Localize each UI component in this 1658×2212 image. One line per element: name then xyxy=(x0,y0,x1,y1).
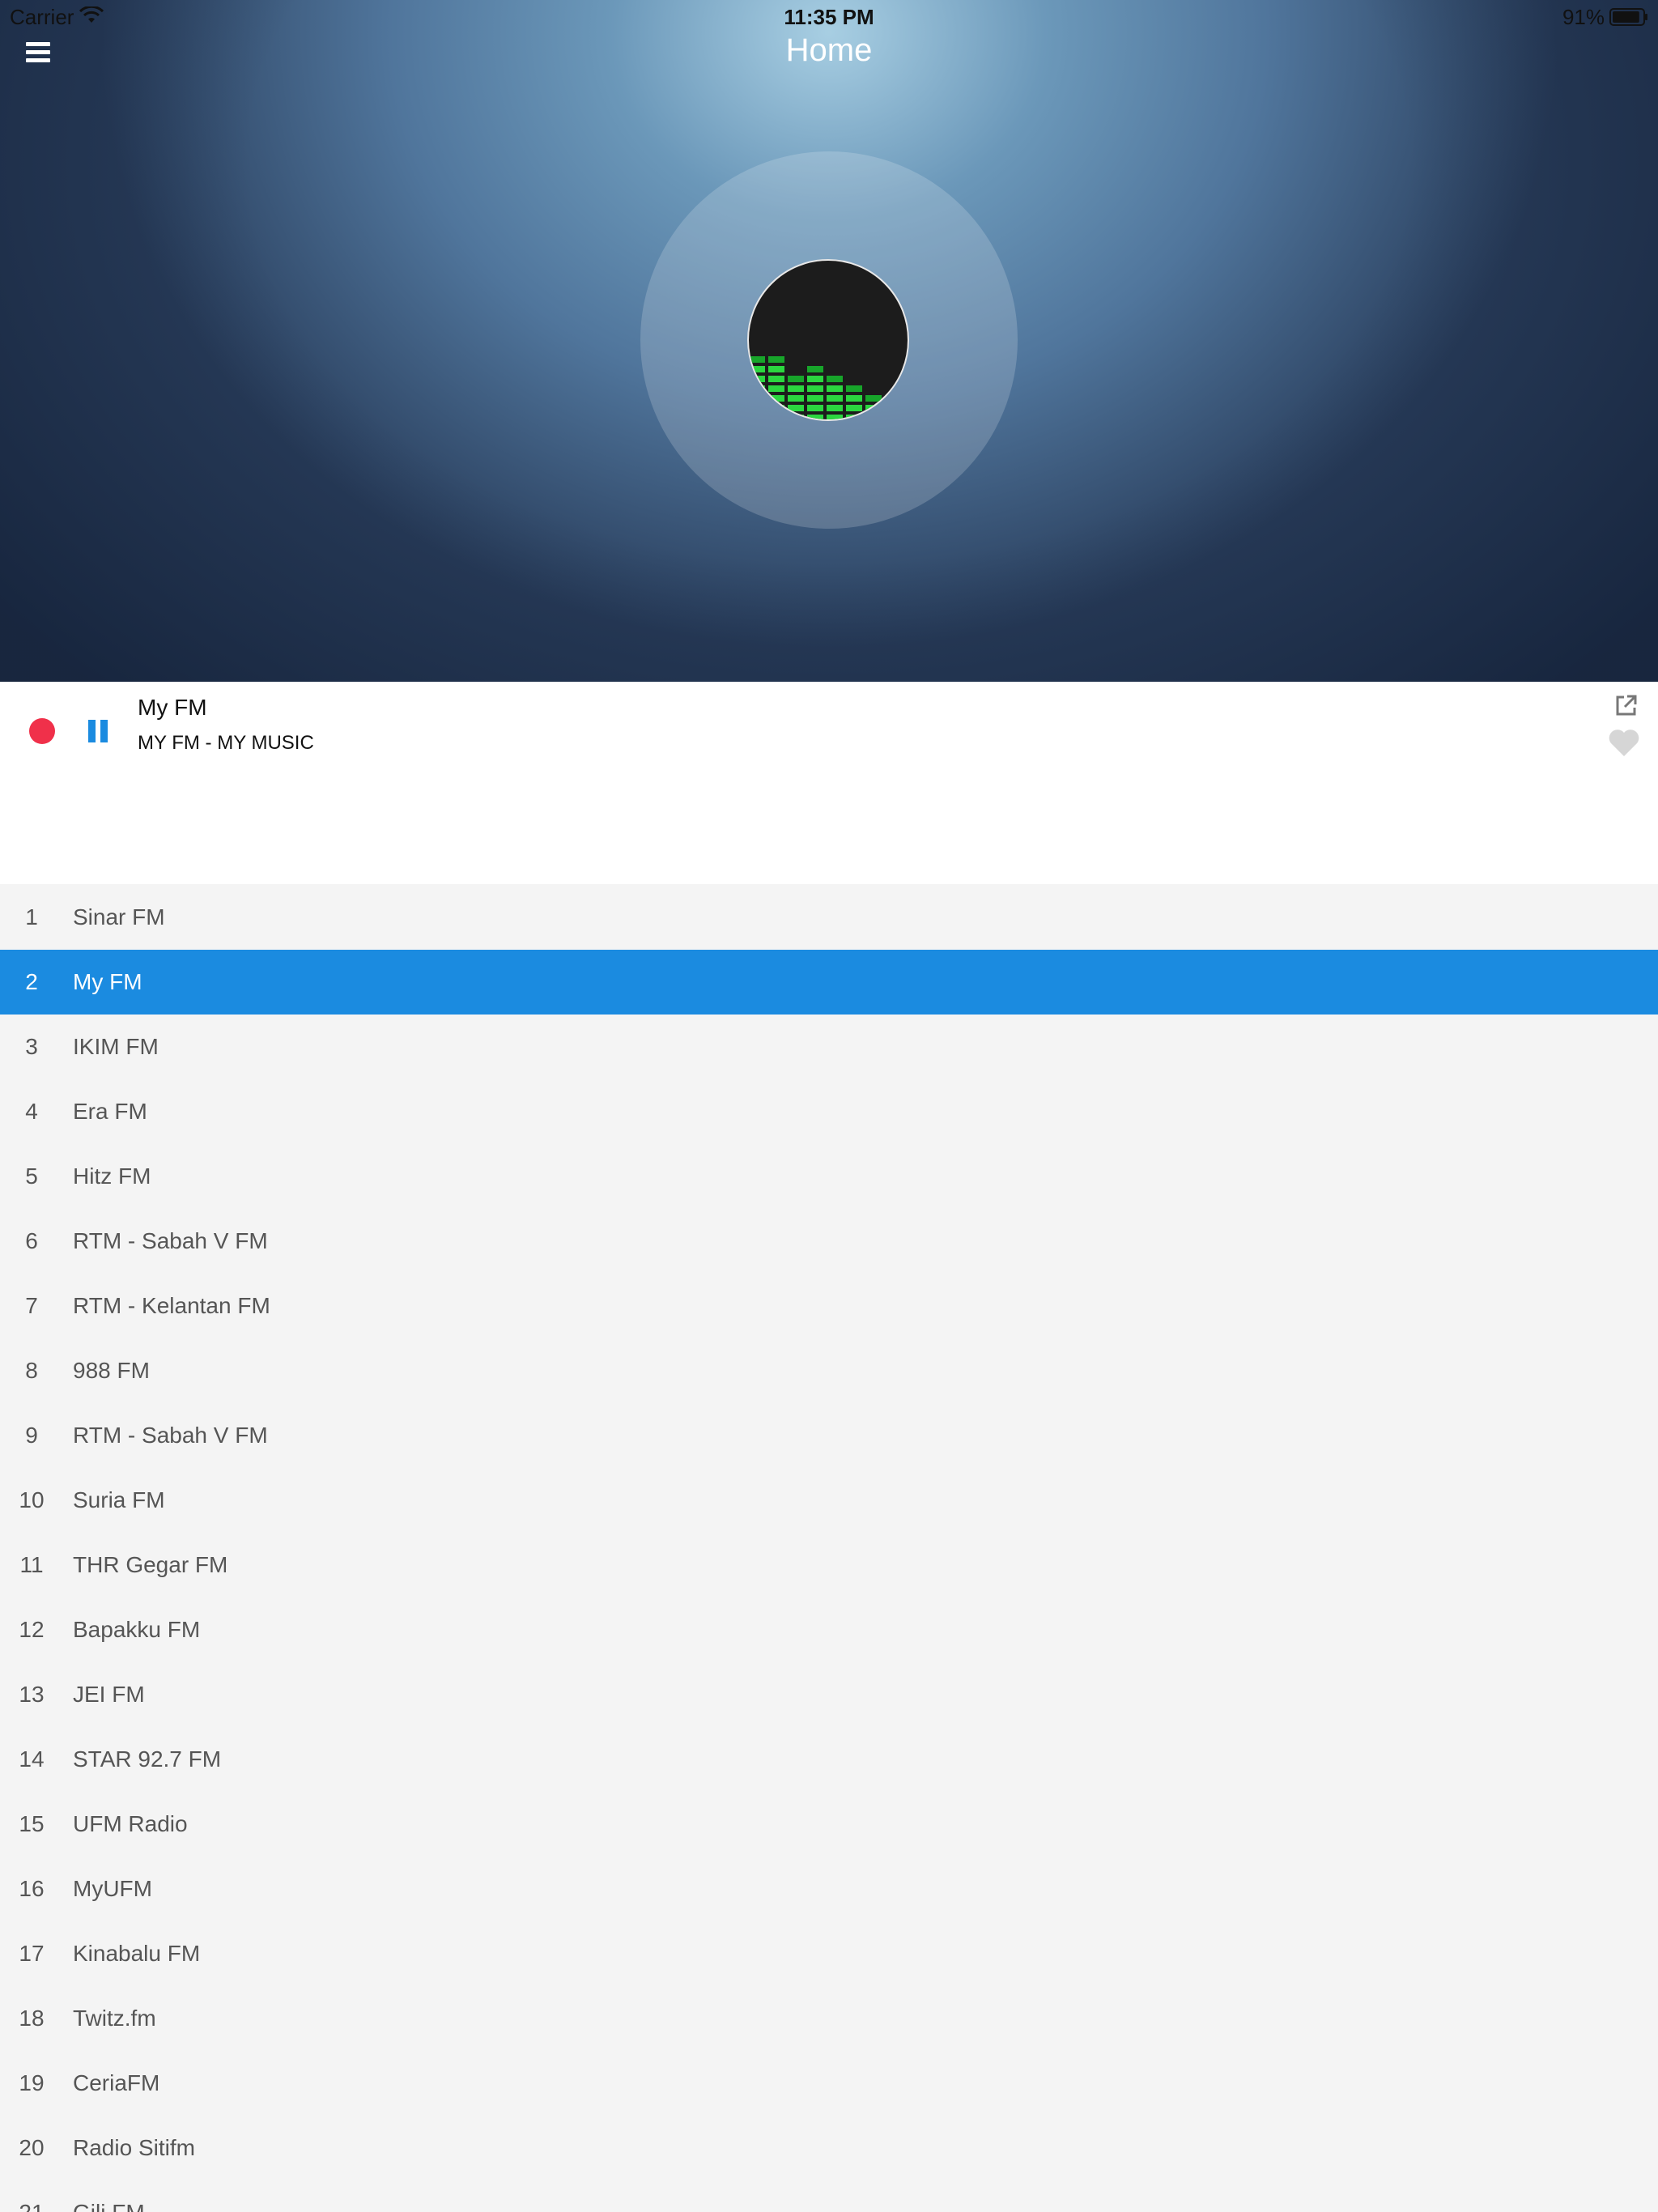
heart-icon[interactable] xyxy=(1608,727,1640,758)
station-number: 20 xyxy=(19,2135,45,2160)
clock: 11:35 PM xyxy=(784,5,874,29)
now-playing-title: My FM xyxy=(138,695,207,720)
station-row[interactable]: 3 IKIM FM xyxy=(0,1015,1658,1079)
station-number: 13 xyxy=(19,1682,45,1707)
station-row[interactable]: 19 CeriaFM xyxy=(0,2051,1658,2116)
station-row[interactable]: 1 Sinar FM xyxy=(0,885,1658,950)
now-playing-bar: My FM MY FM - MY MUSIC xyxy=(0,682,1658,884)
station-row[interactable]: 8 988 FM xyxy=(0,1338,1658,1403)
status-bar: Carrier 11:35 PM 91% xyxy=(0,0,1658,32)
station-number: 15 xyxy=(19,1811,45,1836)
station-name: THR Gegar FM xyxy=(73,1552,228,1577)
station-row[interactable]: 21 Gili FM xyxy=(0,2180,1658,2212)
pause-icon xyxy=(88,720,96,742)
station-name: RTM - Kelantan FM xyxy=(73,1293,270,1318)
station-name: Suria FM xyxy=(73,1487,165,1512)
station-number: 3 xyxy=(25,1034,38,1059)
station-row[interactable]: 9 RTM - Sabah V FM xyxy=(0,1403,1658,1468)
station-number: 14 xyxy=(19,1746,45,1772)
station-number: 8 xyxy=(25,1358,38,1383)
station-row[interactable]: 13 JEI FM xyxy=(0,1662,1658,1727)
station-row[interactable]: 14 STAR 92.7 FM xyxy=(0,1727,1658,1792)
hero-header: Carrier 11:35 PM 91% Home xyxy=(0,0,1658,682)
station-number: 6 xyxy=(25,1228,38,1253)
station-number: 9 xyxy=(25,1423,38,1448)
app-root: Carrier 11:35 PM 91% Home My FM MY FM - … xyxy=(0,0,1658,2212)
station-name: MyUFM xyxy=(73,1876,152,1901)
station-number: 7 xyxy=(25,1293,38,1318)
station-row[interactable]: 11 THR Gegar FM xyxy=(0,1533,1658,1597)
station-name: Era FM xyxy=(73,1099,147,1124)
station-name: STAR 92.7 FM xyxy=(73,1746,222,1772)
station-row[interactable]: 6 RTM - Sabah V FM xyxy=(0,1209,1658,1274)
station-name: CeriaFM xyxy=(73,2070,160,2095)
pause-button[interactable] xyxy=(86,718,110,744)
station-number: 10 xyxy=(19,1487,45,1512)
station-number: 11 xyxy=(19,1552,44,1577)
station-row[interactable]: 16 MyUFM xyxy=(0,1857,1658,1921)
station-number: 18 xyxy=(19,2006,45,2031)
station-name: Bapakku FM xyxy=(73,1617,201,1642)
station-row[interactable]: 2 My FM xyxy=(0,950,1658,1015)
station-row[interactable]: 10 Suria FM xyxy=(0,1468,1658,1533)
station-row[interactable]: 12 Bapakku FM xyxy=(0,1597,1658,1662)
station-name: RTM - Sabah V FM xyxy=(73,1423,268,1448)
page-title: Home xyxy=(785,32,873,68)
station-artwork xyxy=(747,259,909,421)
station-row[interactable]: 4 Era FM xyxy=(0,1079,1658,1144)
station-number: 16 xyxy=(19,1876,45,1901)
station-name: 988 FM xyxy=(73,1358,150,1383)
station-number: 19 xyxy=(19,2070,45,2095)
station-name: RTM - Sabah V FM xyxy=(73,1228,268,1253)
pause-icon-bar xyxy=(100,720,108,742)
station-number: 17 xyxy=(19,1941,45,1966)
station-name: Sinar FM xyxy=(73,904,165,929)
station-number: 2 xyxy=(25,969,38,994)
station-number: 21 xyxy=(0,2200,63,2212)
station-name: Kinabalu FM xyxy=(73,1941,201,1966)
station-row[interactable]: 7 RTM - Kelantan FM xyxy=(0,1274,1658,1338)
station-row[interactable]: 15 UFM Radio xyxy=(0,1792,1658,1857)
station-name: UFM Radio xyxy=(73,1811,188,1836)
station-row[interactable]: 5 Hitz FM xyxy=(0,1144,1658,1209)
station-name: IKIM FM xyxy=(73,1034,159,1059)
share-icon[interactable] xyxy=(1614,693,1639,717)
station-number: 5 xyxy=(25,1163,38,1189)
station-name: Radio Sitifm xyxy=(73,2135,195,2160)
station-name: Twitz.fm xyxy=(73,2006,156,2031)
station-number: 4 xyxy=(25,1099,38,1124)
equalizer-icon xyxy=(749,356,908,419)
station-list: 1 Sinar FM 2 My FM 3 IKIM FM 4 Era FM 5 Hitz FM 6 R… xyxy=(0,885,1658,2212)
station-number: 1 xyxy=(25,904,38,929)
station-row[interactable]: 20 Radio Sitifm xyxy=(0,2116,1658,2180)
station-name: Hitz FM xyxy=(73,1163,151,1189)
now-playing-subtitle: MY FM - MY MUSIC xyxy=(138,732,314,754)
station-row[interactable]: 18 Twitz.fm xyxy=(0,1986,1658,2051)
battery-percent: 91% xyxy=(1562,5,1605,29)
battery-icon xyxy=(1609,8,1647,26)
station-row[interactable]: 17 Kinabalu FM xyxy=(0,1921,1658,1986)
station-number: 12 xyxy=(19,1617,45,1642)
station-name: JEI FM xyxy=(73,1682,145,1707)
station-name: My FM xyxy=(73,969,142,994)
station-name: Gili FM xyxy=(73,2200,145,2212)
record-button[interactable] xyxy=(29,718,55,744)
